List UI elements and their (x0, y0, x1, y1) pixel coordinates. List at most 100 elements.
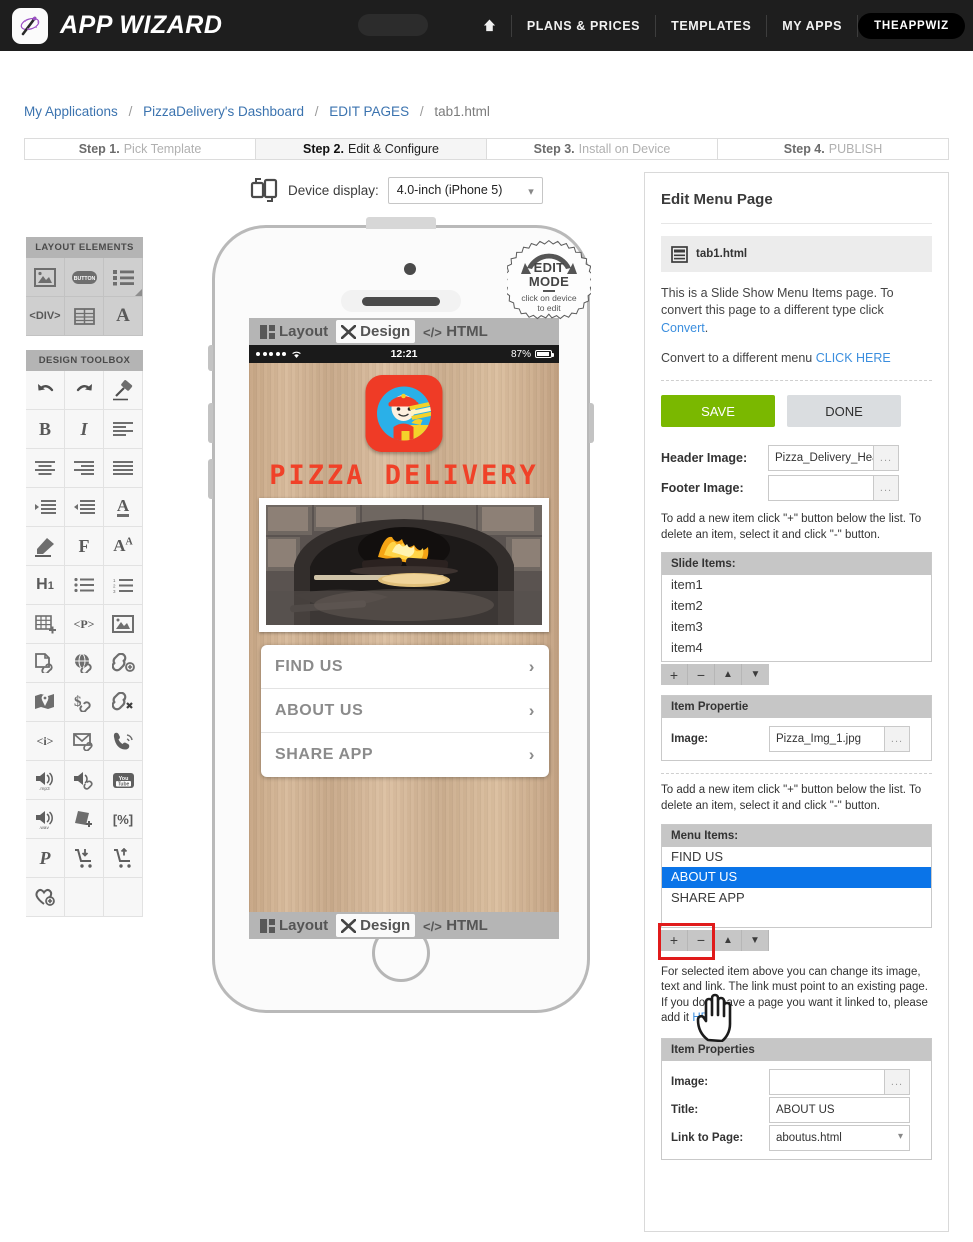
font-family-icon[interactable]: F (65, 527, 104, 566)
footer-image-input[interactable] (768, 475, 874, 501)
indent-increase-icon[interactable] (26, 488, 65, 527)
tab-layout-top[interactable]: Layout (255, 320, 333, 343)
highlighter-icon[interactable] (26, 527, 65, 566)
app-logo[interactable] (12, 7, 48, 44)
list-item[interactable]: item2 (662, 596, 931, 617)
breadcrumb-item-my-applications[interactable]: My Applications (24, 104, 118, 119)
align-left-icon[interactable] (104, 410, 143, 449)
tab-html-top[interactable]: </> HTML (418, 320, 493, 343)
cart-upload-icon[interactable] (104, 839, 143, 878)
menu-add-button[interactable]: + (661, 929, 688, 951)
app-menu-item-about-us[interactable]: ABOUT US › (261, 689, 549, 733)
youtube-icon[interactable]: You Tube (104, 761, 143, 800)
page-link-icon[interactable] (26, 644, 65, 683)
list-item[interactable]: ABOUT US (662, 867, 931, 889)
align-right-icon[interactable] (65, 449, 104, 488)
audio-link-icon[interactable] (65, 761, 104, 800)
device-display-select[interactable]: 4.0-inch (iPhone 5) ▾ (387, 176, 543, 204)
breadcrumb-item-dashboard[interactable]: PizzaDelivery's Dashboard (143, 104, 304, 119)
done-button[interactable]: DONE (787, 395, 901, 427)
audio-wav-icon[interactable]: .wav (26, 800, 65, 839)
add-file-icon[interactable] (65, 800, 104, 839)
heading-h1-icon[interactable]: H1 (26, 566, 65, 605)
web-link-icon[interactable] (65, 644, 104, 683)
tab-design-top[interactable]: Design (336, 320, 416, 343)
div-tag-icon[interactable]: <DIV> (26, 297, 65, 336)
menu-item-image-browse-button[interactable]: ... (885, 1069, 910, 1095)
table-icon[interactable] (65, 297, 104, 336)
remove-link-icon[interactable] (104, 683, 143, 722)
breadcrumb-item-edit-pages[interactable]: EDIT PAGES (329, 104, 409, 119)
slide-item-image-input[interactable]: Pizza_Img_1.jpg (769, 726, 885, 753)
phone-link-icon[interactable] (104, 722, 143, 761)
info-tag-icon[interactable]: <i> (26, 722, 65, 761)
menu-move-up-button[interactable]: ▲ (715, 929, 742, 951)
paragraph-tag-icon[interactable]: <P> (65, 605, 104, 644)
user-menu-button[interactable]: THEAPPWIZ (858, 12, 965, 39)
step-2-edit-configure[interactable]: Step 2. Edit & Configure (256, 138, 487, 160)
list-item[interactable]: item4 (662, 638, 931, 659)
save-button[interactable]: SAVE (661, 395, 775, 427)
header-image-browse-button[interactable]: ... (874, 445, 899, 471)
click-here-link[interactable]: CLICK HERE (816, 351, 891, 365)
pizza-delivery-man-icon[interactable] (365, 375, 443, 452)
header-photo-frame[interactable] (259, 498, 549, 632)
numbered-list-icon[interactable]: 123 (104, 566, 143, 605)
menu-item-title-input[interactable]: ABOUT US (769, 1097, 910, 1123)
email-link-icon[interactable] (65, 722, 104, 761)
image-frame-icon[interactable] (26, 258, 65, 297)
slide-move-down-button[interactable]: ▼ (742, 664, 769, 685)
cart-add-icon[interactable] (65, 839, 104, 878)
app-menu-item-find-us[interactable]: FIND US › (261, 645, 549, 689)
header-image-input[interactable]: Pizza_Delivery_Hea (768, 445, 874, 471)
list-item[interactable]: SHARE APP (662, 888, 931, 909)
paypal-icon[interactable]: P (26, 839, 65, 878)
audio-mp3-icon[interactable]: .mp3 (26, 761, 65, 800)
font-size-icon[interactable]: AA (104, 527, 143, 566)
add-link-icon[interactable] (104, 644, 143, 683)
font-color-icon[interactable]: A (104, 488, 143, 527)
slide-remove-button[interactable]: − (688, 664, 715, 686)
menu-item-link-select[interactable]: aboutus.html ▾ (769, 1125, 910, 1151)
list-icon[interactable] (104, 258, 143, 297)
align-justify-icon[interactable] (104, 449, 143, 488)
list-item[interactable]: item1 (662, 575, 931, 596)
app-menu-item-share-app[interactable]: SHARE APP › (261, 733, 549, 777)
slide-item-image-browse-button[interactable]: ... (885, 726, 910, 753)
tab-layout-bottom[interactable]: Layout (255, 914, 333, 937)
step-1-pick-template[interactable]: Step 1. Pick Template (24, 138, 256, 160)
here-link[interactable]: HERE (692, 1012, 724, 1024)
undo-icon[interactable] (26, 371, 65, 410)
home-icon[interactable] (468, 0, 511, 51)
map-link-icon[interactable] (26, 683, 65, 722)
nav-item-my-apps[interactable]: MY APPS (767, 0, 857, 51)
align-center-icon[interactable] (26, 449, 65, 488)
menu-item-image-input[interactable] (769, 1069, 885, 1095)
text-letter-icon[interactable]: A (104, 297, 143, 336)
eraser-icon[interactable] (104, 371, 143, 410)
button-icon[interactable]: BUTTON (65, 258, 104, 297)
list-item[interactable]: FIND US (662, 847, 931, 868)
payment-link-icon[interactable]: $ (65, 683, 104, 722)
indent-decrease-icon[interactable] (65, 488, 104, 527)
tab-html-bottom[interactable]: </> HTML (418, 914, 493, 937)
footer-image-browse-button[interactable]: ... (874, 475, 899, 501)
bold-icon[interactable]: B (26, 410, 65, 449)
nav-item-templates[interactable]: TEMPLATES (656, 0, 766, 51)
italic-icon[interactable]: I (65, 410, 104, 449)
insert-image-icon[interactable] (104, 605, 143, 644)
redo-icon[interactable] (65, 371, 104, 410)
bullet-list-icon[interactable] (65, 566, 104, 605)
list-item[interactable]: item3 (662, 617, 931, 638)
percent-icon[interactable]: [%] (104, 800, 143, 839)
menu-move-down-button[interactable]: ▼ (742, 929, 769, 951)
current-page-file[interactable]: tab1.html (661, 236, 932, 272)
slide-move-up-button[interactable]: ▲ (715, 664, 742, 686)
nav-item-plans-prices[interactable]: PLANS & PRICES (512, 0, 655, 51)
tab-design-bottom[interactable]: Design (336, 914, 416, 937)
menu-remove-button[interactable]: − (688, 929, 715, 951)
convert-link[interactable]: Convert (661, 321, 705, 335)
favorite-add-icon[interactable] (26, 878, 65, 917)
slide-add-button[interactable]: + (661, 664, 688, 686)
step-3-install-on-device[interactable]: Step 3. Install on Device (487, 138, 718, 160)
